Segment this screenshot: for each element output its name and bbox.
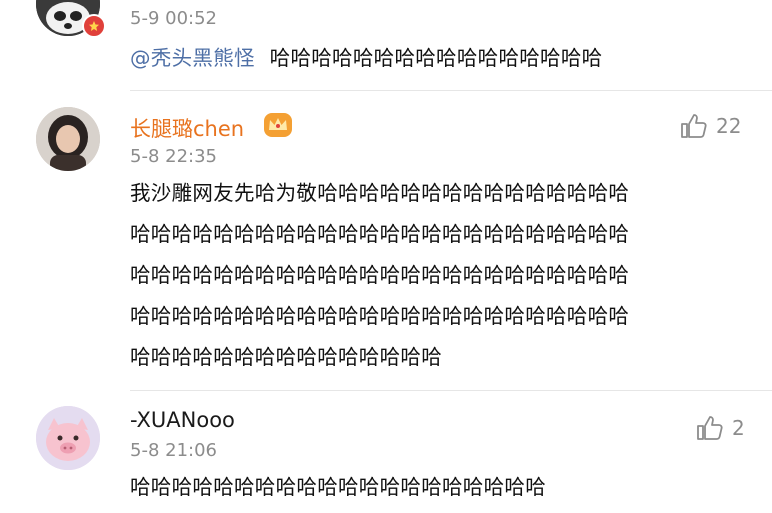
like-button[interactable]: 2 xyxy=(696,415,745,441)
comment-time: 5-9 00:52 xyxy=(130,8,217,29)
thumbs-up-icon xyxy=(681,114,707,138)
user-avatar-icon xyxy=(36,107,100,171)
comment-line: 哈哈哈哈哈哈哈哈哈哈哈哈哈哈哈哈哈哈哈哈哈哈哈哈 xyxy=(130,263,630,287)
comment-text: 哈哈哈哈哈哈哈哈哈哈哈哈哈哈哈哈哈哈哈哈 xyxy=(130,475,546,499)
like-button[interactable]: 22 xyxy=(680,113,741,139)
comment-line: 我沙雕网友先哈为敬哈哈哈哈哈哈哈哈哈哈哈哈哈哈哈 xyxy=(130,181,630,205)
comment-text: @秃头黑熊怪 哈哈哈哈哈哈哈哈哈哈哈哈哈哈哈哈 xyxy=(130,38,602,79)
comment-text: 我沙雕网友先哈为敬哈哈哈哈哈哈哈哈哈哈哈哈哈哈哈 哈哈哈哈哈哈哈哈哈哈哈哈哈哈哈… xyxy=(130,173,629,378)
comment-time: 5-8 22:35 xyxy=(130,146,217,167)
user-mention-link[interactable]: @秃头黑熊怪 xyxy=(130,46,255,70)
avatar-user[interactable] xyxy=(36,107,100,171)
divider xyxy=(130,390,772,391)
avatar-pig[interactable] xyxy=(36,406,100,470)
username-link[interactable]: -XUANooo xyxy=(130,408,235,432)
comment-line: 哈哈哈哈哈哈哈哈哈哈哈哈哈哈哈哈哈哈哈哈哈哈哈哈 xyxy=(130,304,630,328)
divider xyxy=(130,90,772,91)
thumbs-up-icon xyxy=(697,416,723,440)
comment-time: 5-8 21:06 xyxy=(130,440,217,461)
like-count: 2 xyxy=(732,416,745,440)
comment-line: 哈哈哈哈哈哈哈哈哈哈哈哈哈哈哈哈哈哈哈哈哈哈哈哈 xyxy=(130,222,630,246)
pig-avatar-icon xyxy=(36,406,100,470)
vip-badge-icon xyxy=(82,14,106,38)
like-count: 22 xyxy=(716,114,742,138)
comment-line: 哈哈哈哈哈哈哈哈哈哈哈哈哈哈哈 xyxy=(130,345,442,369)
crown-icon xyxy=(263,112,293,142)
comment-text-content: 哈哈哈哈哈哈哈哈哈哈哈哈哈哈哈哈 xyxy=(269,46,603,70)
username-link[interactable]: 长腿璐chen xyxy=(130,113,244,143)
